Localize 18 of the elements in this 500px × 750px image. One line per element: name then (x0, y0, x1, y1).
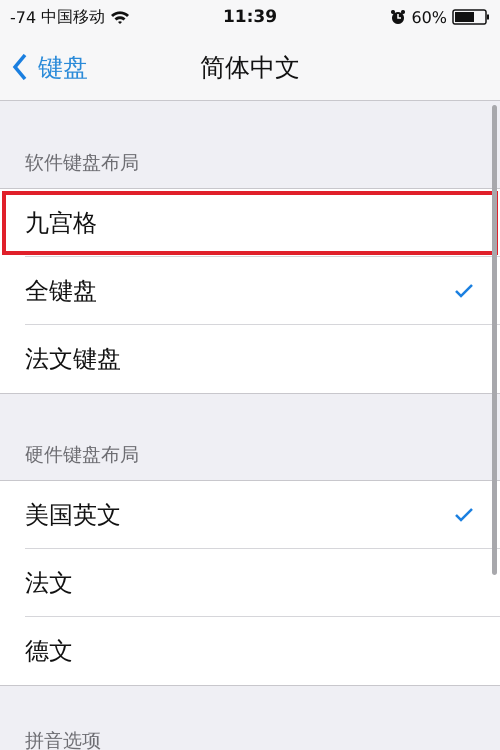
section-header: 软件键盘布局 (25, 151, 139, 176)
list-item[interactable]: 法文 (0, 549, 500, 617)
wifi-icon (110, 10, 130, 24)
section-header: 拼音选项 (25, 729, 101, 750)
section-header: 硬件键盘布局 (25, 443, 139, 468)
list-item[interactable]: 美国英文 (0, 481, 500, 549)
chevron-left-icon (12, 53, 28, 81)
signal-strength: -74 (10, 8, 36, 26)
alarm-clock-icon (390, 9, 406, 25)
carrier-name: 中国移动 (41, 6, 106, 28)
battery-percentage: 60% (411, 8, 447, 26)
battery-icon (452, 9, 490, 25)
clock-time: 11:39 (222, 7, 278, 27)
list-item[interactable]: 九宫格 (0, 189, 500, 257)
screen-title: 简体中文 (199, 52, 301, 84)
list-item[interactable]: 全键盘 (0, 257, 500, 325)
list-item[interactable]: 法文键盘 (0, 325, 500, 393)
list-item[interactable]: 德文 (0, 617, 500, 685)
